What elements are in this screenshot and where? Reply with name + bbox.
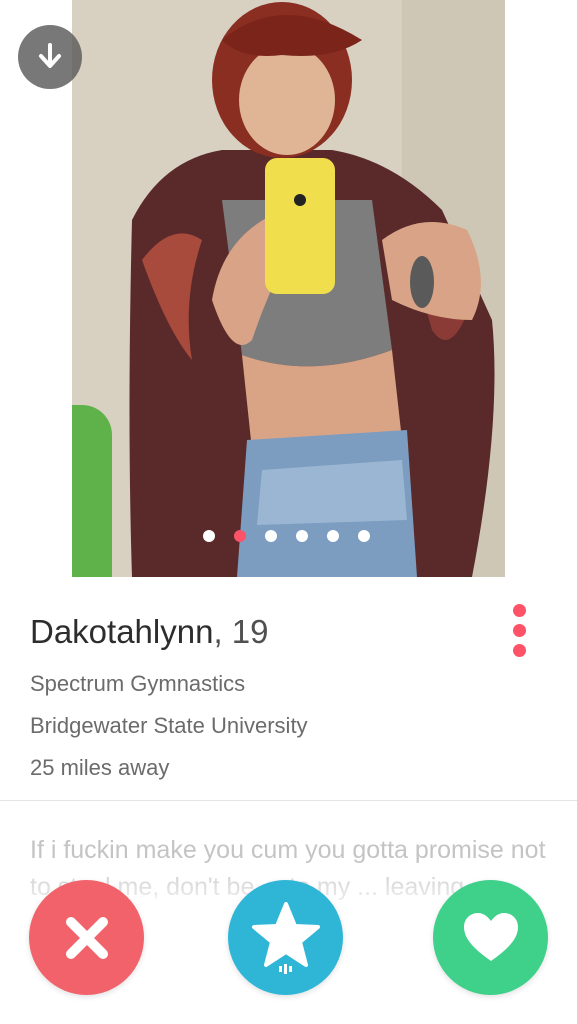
profile-photo[interactable]	[72, 0, 505, 577]
photo-dot-6[interactable]	[358, 530, 370, 542]
more-options-button[interactable]	[513, 604, 527, 657]
more-dot	[513, 604, 526, 617]
photo-area[interactable]	[0, 0, 577, 577]
profile-distance: 25 miles away	[30, 755, 170, 780]
profile-name: Dakotahlynn	[30, 613, 214, 650]
background-object	[72, 405, 112, 577]
photo-pagination	[203, 530, 370, 542]
download-icon	[39, 43, 61, 68]
profile-school: Bridgewater State University	[30, 713, 308, 738]
profile-info[interactable]: Dakotahlynn, 19 Spectrum Gymnastics Brid…	[30, 612, 500, 782]
photo-dot-5[interactable]	[327, 530, 339, 542]
superlike-button[interactable]	[228, 880, 343, 995]
divider	[0, 800, 577, 801]
more-dot	[513, 624, 526, 637]
close-icon	[65, 916, 108, 959]
more-dot	[513, 644, 526, 657]
heart-icon	[463, 912, 518, 961]
profile-name-row: Dakotahlynn, 19	[30, 612, 500, 652]
photo-illustration	[72, 0, 505, 577]
photo-dot-2[interactable]	[234, 530, 246, 542]
photo-dot-3[interactable]	[265, 530, 277, 542]
star-icon	[251, 901, 320, 974]
profile-job: Spectrum Gymnastics	[30, 671, 246, 696]
download-button[interactable]	[18, 25, 82, 89]
photo-dot-4[interactable]	[296, 530, 308, 542]
photo-dot-1[interactable]	[203, 530, 215, 542]
profile-age: , 19	[213, 613, 269, 650]
nope-button[interactable]	[29, 880, 144, 995]
like-button[interactable]	[433, 880, 548, 995]
